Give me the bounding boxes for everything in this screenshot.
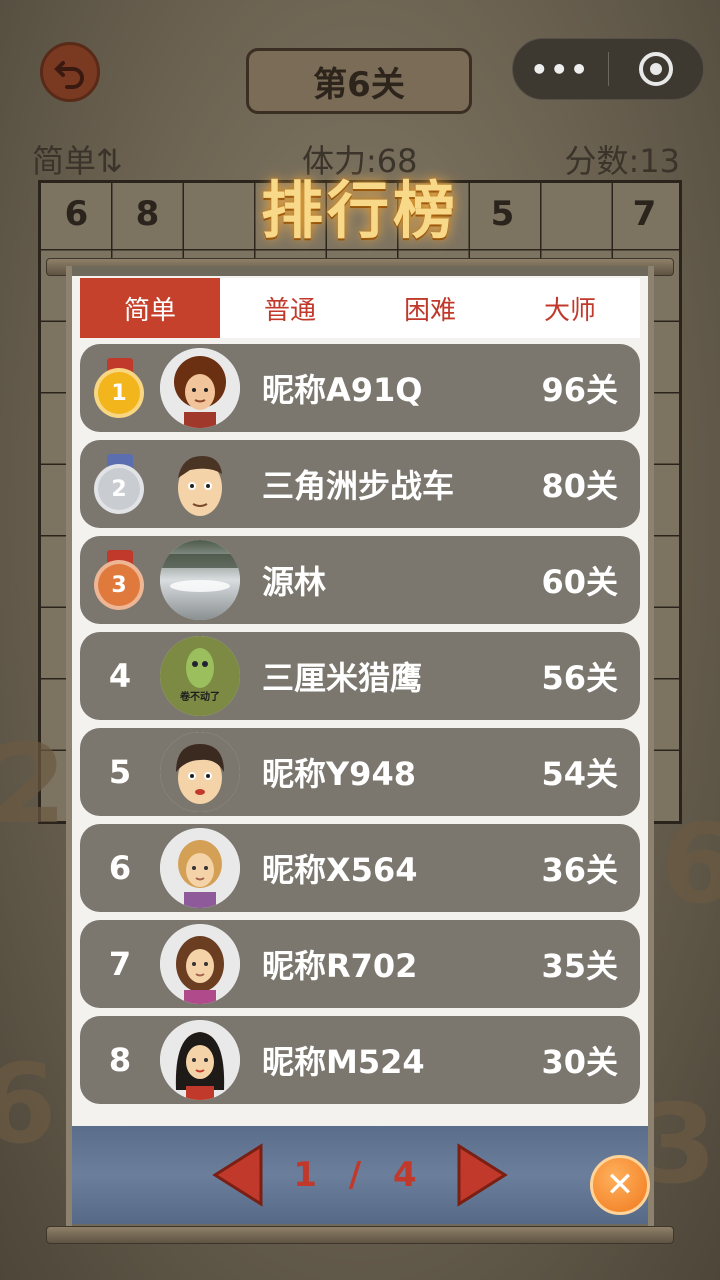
rank-number: 6: [108, 849, 132, 887]
decorative-number: 6: [660, 800, 720, 928]
player-name: 昵称M524: [262, 1043, 425, 1081]
rank-slot: 7: [80, 945, 160, 983]
player-name: 昵称Y948: [262, 755, 416, 793]
tab-master[interactable]: 大师: [500, 278, 640, 338]
player-name: 源林: [262, 563, 327, 601]
black-hair-girl-icon: [160, 1020, 240, 1100]
ranking-row[interactable]: 8 昵称M524 30关: [80, 1016, 640, 1104]
difficulty-tabs: 简单 普通 困难 大师: [80, 278, 640, 338]
avatar-caption: 卷不动了: [180, 692, 220, 703]
decorative-number: 2: [0, 720, 67, 848]
bronze-medal-icon: 3: [94, 550, 146, 610]
cartoon-man-icon: [160, 444, 240, 524]
rank-number: 7: [108, 945, 132, 983]
gold-medal-icon: 1: [94, 358, 146, 418]
next-page-button[interactable]: [455, 1142, 509, 1208]
afro-boy-icon: [160, 348, 240, 428]
pagination: 1 / 4: [72, 1126, 648, 1224]
tab-easy[interactable]: 简单: [80, 278, 220, 338]
rank-slot: 2: [80, 454, 160, 514]
player-levels: 35关: [541, 947, 618, 985]
player-levels: 80关: [541, 467, 618, 505]
player-levels: 56关: [541, 659, 618, 697]
target-icon: [638, 52, 673, 86]
rank-slot: 3: [80, 550, 160, 610]
scroll-rod-bottom: [46, 1226, 674, 1244]
player-levels: 60关: [541, 563, 618, 601]
rank-slot: 8: [80, 1041, 160, 1079]
brown-hair-girl-icon: [160, 924, 240, 1004]
prev-page-button[interactable]: [211, 1142, 265, 1208]
decorative-number: 6: [0, 1040, 57, 1168]
medal-rank: 1: [94, 368, 144, 418]
leaderboard-title: 排行榜: [260, 174, 459, 247]
rank-slot: 6: [80, 849, 160, 887]
player-levels: 30关: [541, 1043, 618, 1081]
ranking-row[interactable]: 4 卷不动了 三厘米猎鹰 56关: [80, 632, 640, 720]
close-leaderboard-button[interactable]: ✕: [590, 1155, 650, 1215]
player-levels: 96关: [541, 371, 618, 409]
ranking-list: 1 昵称A91Q 96关 2 三角洲步战车 80关 3 源林 60关 4 卷不动…: [80, 344, 640, 1112]
current-page: 1: [293, 1155, 327, 1195]
blonde-person-icon: [160, 828, 240, 908]
player-name: 三角洲步战车: [262, 467, 455, 505]
mini-program-capsule: •••: [512, 38, 704, 100]
rank-slot: 5: [80, 753, 160, 791]
back-button[interactable]: [40, 42, 100, 102]
player-name: 昵称R702: [262, 947, 418, 985]
player-levels: 54关: [541, 755, 618, 793]
medal-rank: 2: [94, 464, 144, 514]
total-pages: 4: [393, 1155, 427, 1195]
rank-number: 5: [108, 753, 132, 791]
page-separator: /: [348, 1155, 372, 1195]
landscape-photo-icon: [160, 540, 240, 620]
player-name: 三厘米猎鹰: [262, 659, 423, 697]
player-name: 昵称X564: [262, 851, 418, 889]
close-program-button[interactable]: [609, 52, 704, 86]
triangle-left-icon: [212, 1143, 263, 1207]
rank-number: 8: [108, 1041, 132, 1079]
undo-icon: [54, 61, 84, 89]
level-title: 第6关: [246, 48, 472, 114]
silver-medal-icon: 2: [94, 454, 146, 514]
leaderboard-footer: 1 / 4: [72, 1126, 648, 1224]
ranking-row[interactable]: 3 源林 60关: [80, 536, 640, 624]
rank-number: 4: [108, 657, 132, 695]
ranking-row[interactable]: 5 昵称Y948 54关: [80, 728, 640, 816]
green-character-icon: 卷不动了: [160, 636, 240, 716]
page-indicator: 1 / 4: [293, 1155, 426, 1195]
player-levels: 36关: [541, 851, 618, 889]
ranking-row[interactable]: 2 三角洲步战车 80关: [80, 440, 640, 528]
more-menu-button[interactable]: •••: [513, 53, 608, 86]
tab-hard[interactable]: 困难: [360, 278, 500, 338]
tab-normal[interactable]: 普通: [220, 278, 360, 338]
rank-slot: 1: [80, 358, 160, 418]
triangle-right-icon: [457, 1143, 508, 1207]
ranking-row[interactable]: 1 昵称A91Q 96关: [80, 344, 640, 432]
cartoon-boy-icon: [160, 732, 240, 812]
ranking-row[interactable]: 7 昵称R702 35关: [80, 920, 640, 1008]
medal-rank: 3: [94, 560, 144, 610]
player-name: 昵称A91Q: [262, 371, 423, 409]
ranking-row[interactable]: 6 昵称X564 36关: [80, 824, 640, 912]
rank-slot: 4: [80, 657, 160, 695]
